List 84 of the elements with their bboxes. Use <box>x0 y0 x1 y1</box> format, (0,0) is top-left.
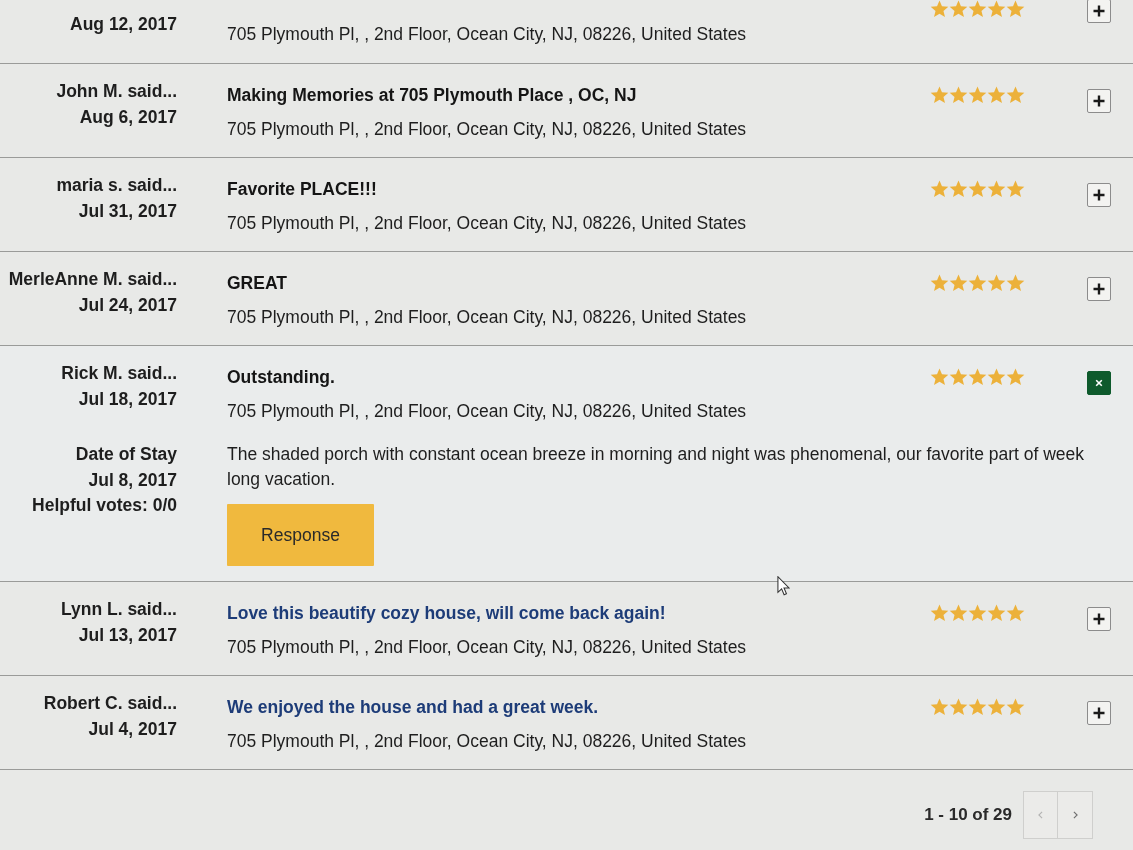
star-icon <box>930 274 949 292</box>
star-icon <box>1006 604 1025 622</box>
reviewer-name: maria s. said... <box>55 174 177 197</box>
collapse-button[interactable] <box>1087 371 1111 395</box>
plus-icon <box>1093 283 1105 295</box>
review-title: Favorite PLACE!!! <box>227 178 378 201</box>
star-icon <box>987 274 1006 292</box>
star-icon <box>968 604 987 622</box>
star-icon <box>949 368 968 386</box>
star-icon <box>968 698 987 716</box>
review-title: Outstanding. <box>227 366 336 389</box>
reviewer-name: Lynn L. said... <box>59 598 177 621</box>
star-icon <box>968 274 987 292</box>
property-address: 705 Plymouth Pl, , 2nd Floor, Ocean City, NJ, 08226, United States <box>227 23 748 46</box>
review-date: Aug 6, 2017 <box>78 106 177 129</box>
review-title: We enjoyed the house and had a great week. <box>227 696 600 719</box>
chevron-right-icon <box>1072 811 1078 819</box>
property-address: 705 Plymouth Pl, , 2nd Floor, Ocean City, NJ, 08226, United States <box>227 730 748 753</box>
property-address: 705 Plymouth Pl, , 2nd Floor, Ocean City, NJ, 08226, United States <box>227 212 748 235</box>
star-icon <box>1006 698 1025 716</box>
expand-button[interactable] <box>1087 701 1111 725</box>
star-icon <box>930 698 949 716</box>
response-button[interactable]: Response <box>227 504 374 566</box>
property-address: 705 Plymouth Pl, , 2nd Floor, Ocean City, NJ, 08226, United States <box>227 118 748 141</box>
star-icon <box>949 86 968 104</box>
review-text: The shaded porch with constant ocean breeze in morning and night was phenomenal, our favorite part of week long vacation. <box>227 443 1086 491</box>
star-icon <box>930 604 949 622</box>
chevron-left-icon <box>1038 811 1043 819</box>
mouse-pointer-icon <box>777 576 790 596</box>
star-icon <box>1006 368 1025 386</box>
property-address: 705 Plymouth Pl, , 2nd Floor, Ocean City, NJ, 08226, United States <box>227 636 748 659</box>
star-icon <box>949 274 968 292</box>
stay-label: Date of Stay <box>74 443 177 466</box>
reviewer-name: MerleAnne M. said... <box>7 268 177 291</box>
review-date: Jul 31, 2017 <box>77 200 177 223</box>
plus-icon <box>1093 707 1105 719</box>
star-icon <box>1006 274 1025 292</box>
review-date: Jul 13, 2017 <box>77 624 177 647</box>
plus-icon <box>1093 613 1105 625</box>
star-icon <box>930 86 949 104</box>
property-address: 705 Plymouth Pl, , 2nd Floor, Ocean City, NJ, 08226, United States <box>227 306 748 329</box>
page-range: 1 - 10 of 29 <box>924 805 1012 825</box>
star-icon <box>949 698 968 716</box>
star-icon <box>968 86 987 104</box>
star-icon <box>930 180 949 198</box>
plus-icon <box>1093 5 1105 17</box>
review-title: Love this beautify cozy house, will come back again! <box>227 602 667 625</box>
review-date: Aug 12, 2017 <box>69 13 177 36</box>
star-icon <box>968 368 987 386</box>
review-date: Jul 18, 2017 <box>77 388 177 411</box>
star-icon <box>987 604 1006 622</box>
star-icon <box>930 368 949 386</box>
star-icon <box>930 0 949 18</box>
star-icon <box>987 368 1006 386</box>
plus-icon <box>1093 189 1105 201</box>
expand-button[interactable] <box>1087 277 1111 301</box>
review-title: GREAT <box>227 272 288 295</box>
reviewer-name: John M. said... <box>55 80 177 103</box>
star-icon <box>949 0 968 18</box>
review-date: Jul 4, 2017 <box>87 718 177 741</box>
expand-button[interactable] <box>1087 89 1111 113</box>
star-icon <box>1006 86 1025 104</box>
helpful-votes: Helpful votes: 0/0 <box>31 494 177 517</box>
close-icon <box>1095 379 1103 387</box>
review-date: Jul 24, 2017 <box>77 294 177 317</box>
expand-button[interactable] <box>1087 0 1111 23</box>
star-icon <box>987 0 1006 18</box>
star-icon <box>987 698 1006 716</box>
star-icon <box>1006 180 1025 198</box>
star-icon <box>968 0 987 18</box>
stay-date: Jul 8, 2017 <box>87 468 177 492</box>
expand-button[interactable] <box>1087 183 1111 207</box>
star-icon <box>987 180 1006 198</box>
property-address: 705 Plymouth Pl, , 2nd Floor, Ocean City, NJ, 08226, United States <box>227 400 748 423</box>
reviewer-name: Robert C. said... <box>42 692 177 715</box>
star-icon <box>949 604 968 622</box>
star-icon <box>987 86 1006 104</box>
star-icon <box>968 180 987 198</box>
expand-button[interactable] <box>1087 607 1111 631</box>
star-icon <box>949 180 968 198</box>
reviewer-name: Rick M. said... <box>60 362 177 385</box>
review-title: Making Memories at 705 Plymouth Place , OC, NJ <box>227 84 638 107</box>
star-icon <box>1006 0 1025 18</box>
plus-icon <box>1093 95 1105 107</box>
